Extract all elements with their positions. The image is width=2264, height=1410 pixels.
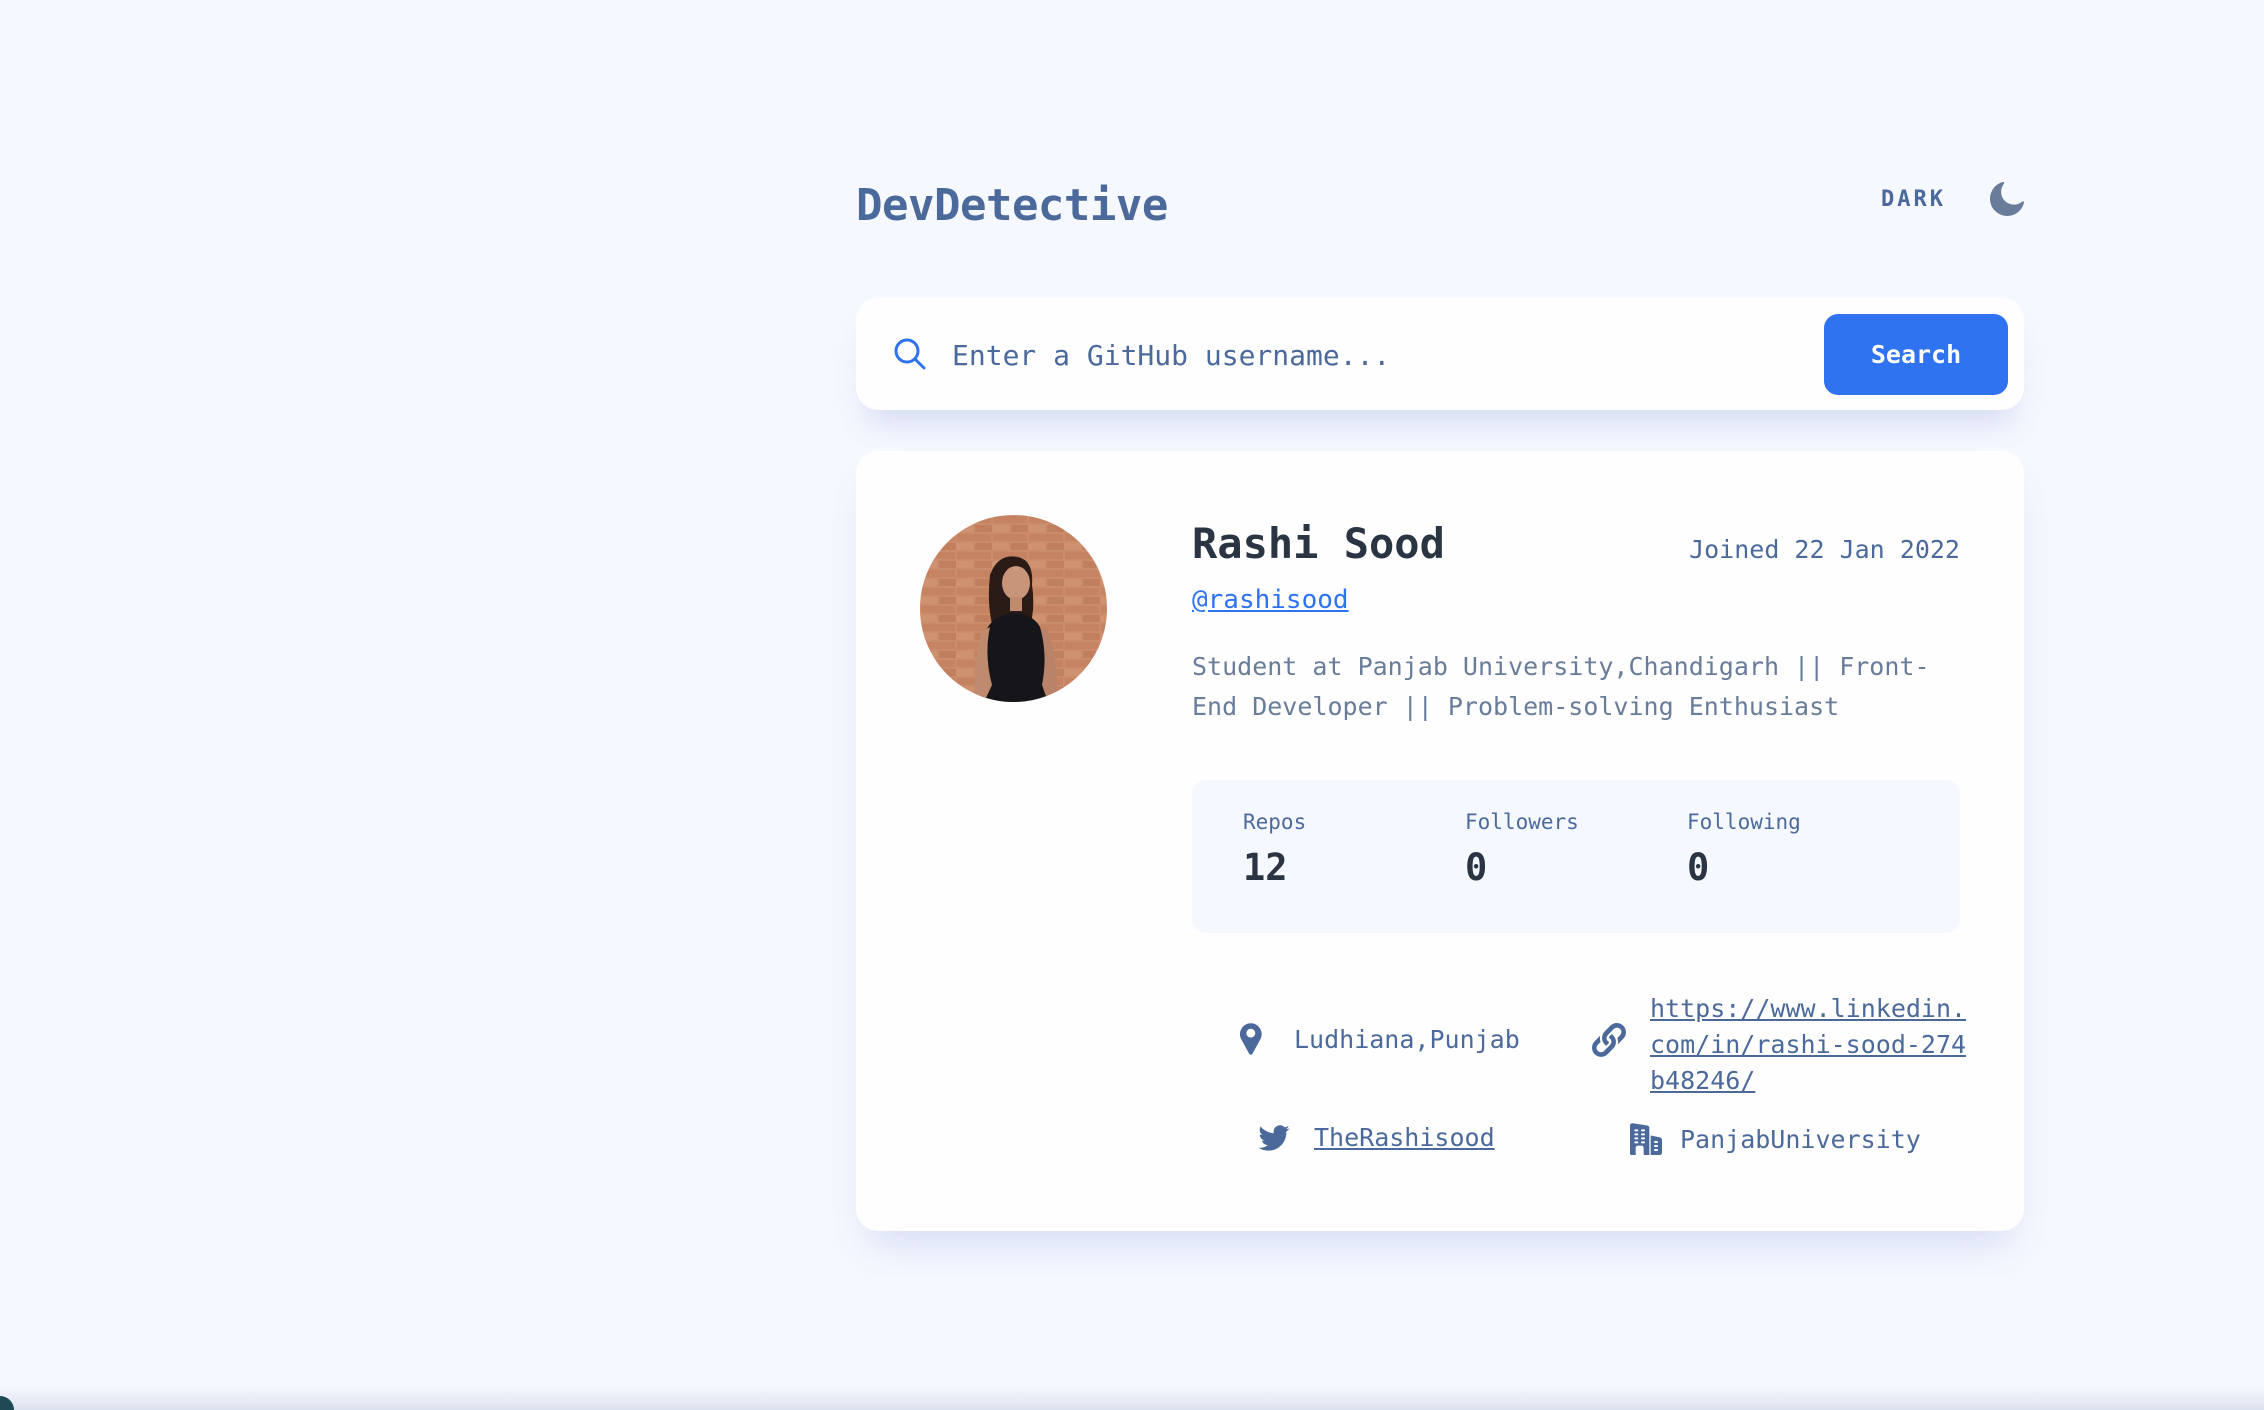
search-input[interactable] [950,324,1774,386]
location-text: Ludhiana,Punjab [1294,1024,1520,1054]
stat-followers: Followers 0 [1465,810,1579,889]
app-title: DevDetective [856,180,1168,231]
search-button[interactable]: Search [1824,314,2008,395]
search-icon [892,336,928,376]
stats-panel: Repos 12 Followers 0 Following 0 [1192,780,1960,933]
stat-label: Followers [1465,810,1579,834]
profile-handle-link[interactable]: @rashisood [1192,585,1349,615]
stat-value: 12 [1243,846,1288,889]
link-icon [1592,1023,1626,1057]
profile-name: Rashi Sood [1192,519,1445,568]
search-bar: Search [856,298,2024,410]
stat-following: Following 0 [1687,810,1801,889]
stat-repos: Repos 12 [1243,810,1306,889]
twitter-info: TheRashisood [1258,1123,1495,1152]
stat-value: 0 [1465,846,1488,889]
header: DevDetective DARK [856,150,2024,270]
location-info: Ludhiana,Punjab [1236,1023,1520,1055]
profile-bio: Student at Panjab University,Chandigarh … [1192,652,1930,721]
location-pin-icon [1236,1023,1266,1055]
avatar [920,515,1107,702]
theme-toggle-label[interactable]: DARK [1881,187,1946,212]
stat-label: Repos [1243,810,1307,834]
app-container: DevDetective DARK Search [856,150,2024,1231]
stat-value: 0 [1687,846,1710,889]
theme-toggle-button[interactable]: DARK [1881,182,2024,216]
joined-date: Joined 22 Jan 2022 [1689,535,1960,564]
bottom-edge-shadow [0,1386,2264,1410]
stat-label: Following [1687,810,1801,834]
profile-card: Rashi Sood Joined 22 Jan 2022 @rashisood… [856,451,2024,1231]
building-icon [1630,1123,1662,1155]
moon-icon[interactable] [1990,182,2024,216]
company-info: PanjabUniversity [1630,1123,1921,1155]
blog-link[interactable]: https://www.linkedin.com/in/rashi-sood-2… [1650,991,1980,1099]
company-text: PanjabUniversity [1680,1124,1921,1154]
twitter-link[interactable]: TheRashisood [1314,1123,1495,1152]
twitter-icon [1258,1124,1290,1152]
